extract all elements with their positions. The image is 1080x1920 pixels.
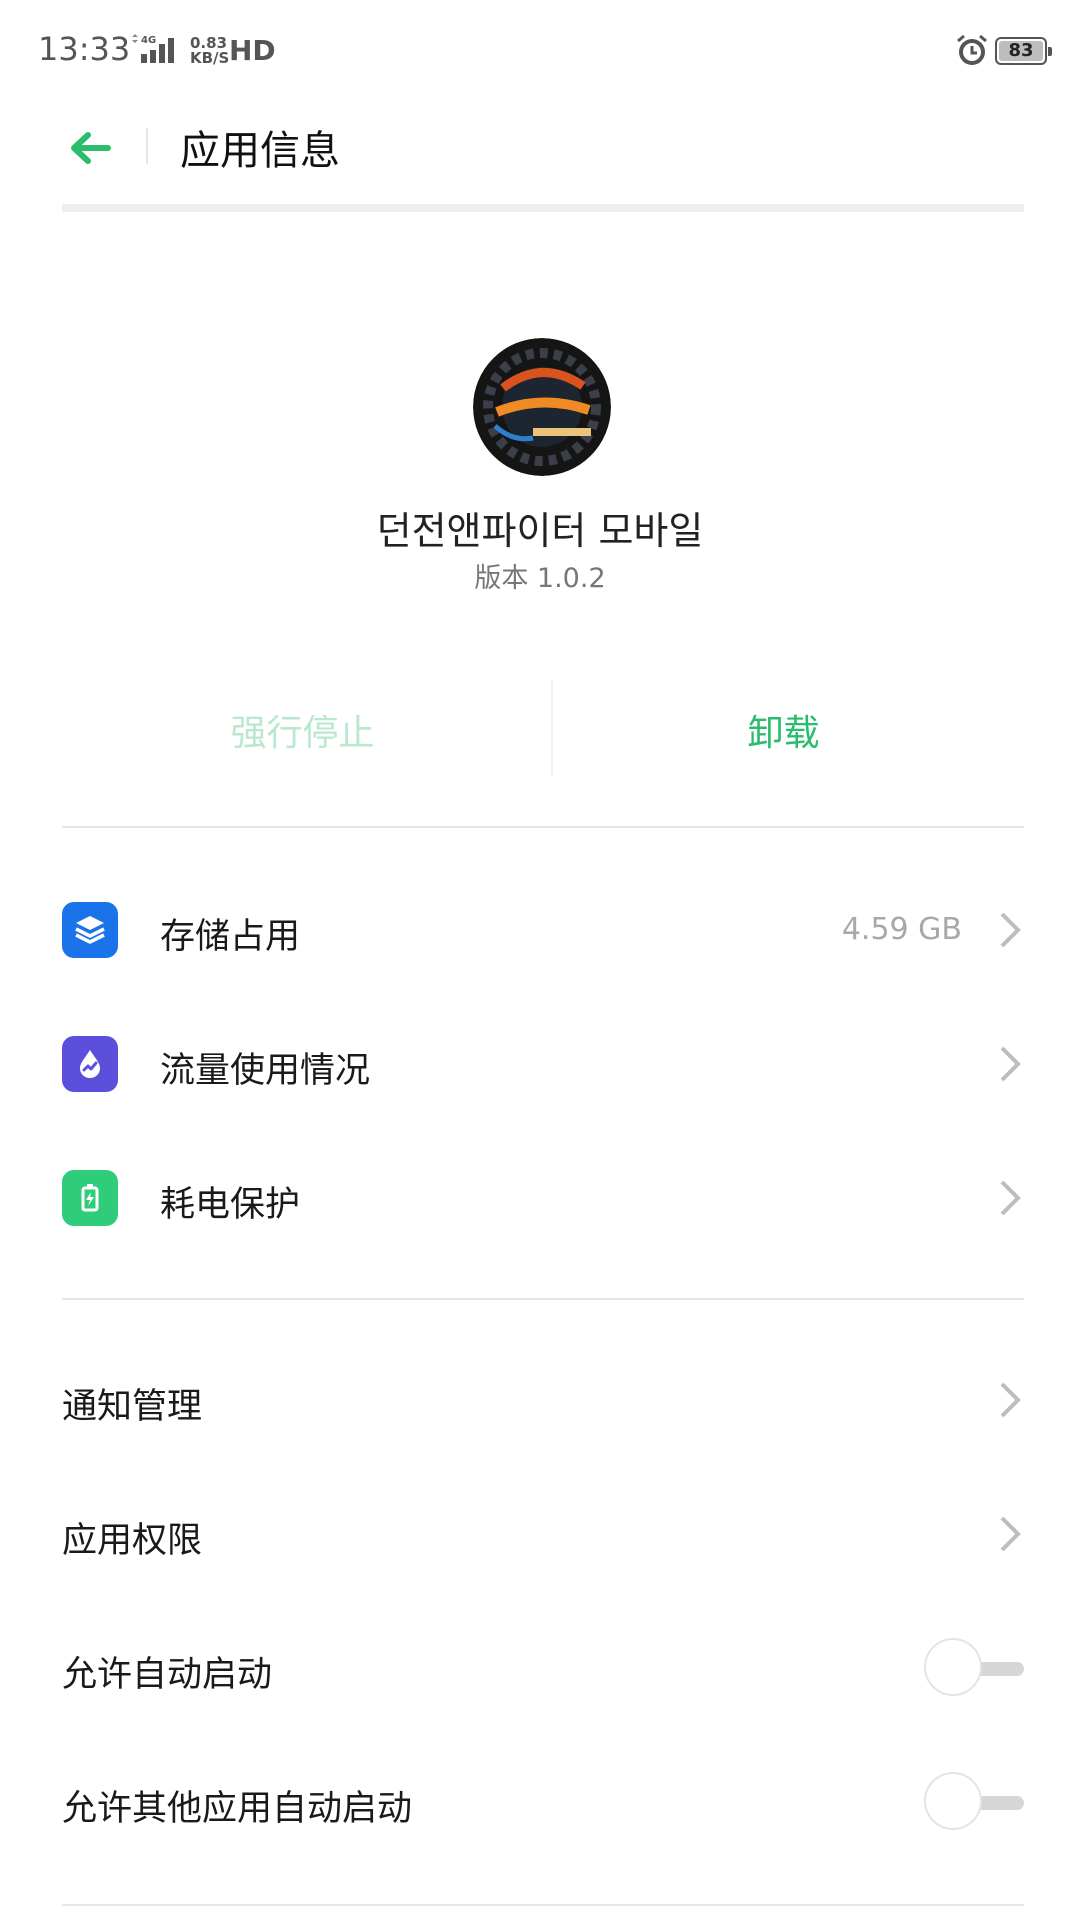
row-app-permissions[interactable]: 应用权限: [62, 1474, 1024, 1594]
section-divider: [62, 1298, 1024, 1300]
row-auto-start: 允许自动启动: [62, 1608, 1024, 1728]
row-data-usage[interactable]: 流量使用情况: [62, 1004, 1024, 1124]
network-speed: 0.83 KB/S: [190, 36, 229, 66]
chevron-right-icon: [1000, 1382, 1021, 1418]
toggle-knob: [924, 1638, 982, 1696]
signal-icon: 4G: [132, 34, 174, 63]
chevron-right-icon: [1000, 1180, 1021, 1216]
section-divider: [62, 826, 1024, 828]
back-button[interactable]: [60, 118, 120, 178]
status-time: 13:33: [38, 30, 131, 68]
battery-level: 83: [999, 41, 1043, 61]
hd-indicator: HD: [229, 34, 276, 67]
app-icon: [473, 338, 611, 476]
action-buttons: 强行停止 卸载: [62, 680, 1024, 780]
alarm-icon: [957, 34, 987, 65]
other-apps-auto-start-toggle[interactable]: [924, 1772, 1024, 1834]
row-storage[interactable]: 存储占用 4.59 GB: [62, 870, 1024, 990]
chevron-right-icon: [1000, 1516, 1021, 1552]
row-battery-protect[interactable]: 耗电保护: [62, 1138, 1024, 1258]
row-notification-management[interactable]: 通知管理: [62, 1340, 1024, 1460]
row-label: 存储占用: [160, 917, 301, 957]
row-label: 通知管理: [62, 1387, 203, 1427]
section-divider: [62, 1904, 1024, 1906]
header-divider: [146, 128, 148, 164]
app-version: 版本 1.0.2: [474, 563, 606, 594]
row-label: 允许自动启动: [62, 1655, 273, 1695]
speed-unit: KB/S: [190, 49, 230, 67]
row-allow-other-apps-auto-start: 允许其他应用自动启动: [62, 1742, 1024, 1862]
network-type: 4G: [141, 35, 156, 46]
chevron-right-icon: [1000, 1046, 1021, 1082]
status-bar: 13:33 4G 0.83 KB/S HD 83: [0, 0, 1080, 100]
data-usage-icon: [62, 1036, 118, 1092]
app-name: 던전앤파이터 모바일: [376, 509, 704, 553]
row-label: 应用权限: [62, 1521, 203, 1561]
battery-protect-icon: [62, 1170, 118, 1226]
page-title: 应用信息: [180, 128, 340, 174]
storage-layers-icon: [62, 902, 118, 958]
auto-start-toggle[interactable]: [924, 1638, 1024, 1700]
row-label: 允许其他应用自动启动: [62, 1789, 413, 1829]
app-bar: 应用信息: [0, 100, 1080, 210]
uninstall-button[interactable]: 卸载: [543, 680, 1024, 780]
app-logo-icon: [473, 338, 611, 476]
chevron-right-icon: [1000, 912, 1021, 948]
row-label: 流量使用情况: [160, 1051, 371, 1091]
toggle-knob: [924, 1772, 982, 1830]
row-label: 耗电保护: [160, 1185, 301, 1225]
storage-size: 4.59 GB: [841, 912, 962, 947]
battery-icon: 83: [995, 37, 1052, 65]
header-separator: [62, 204, 1024, 212]
force-stop-button[interactable]: 强行停止: [62, 680, 543, 780]
back-arrow-icon: [71, 132, 111, 164]
